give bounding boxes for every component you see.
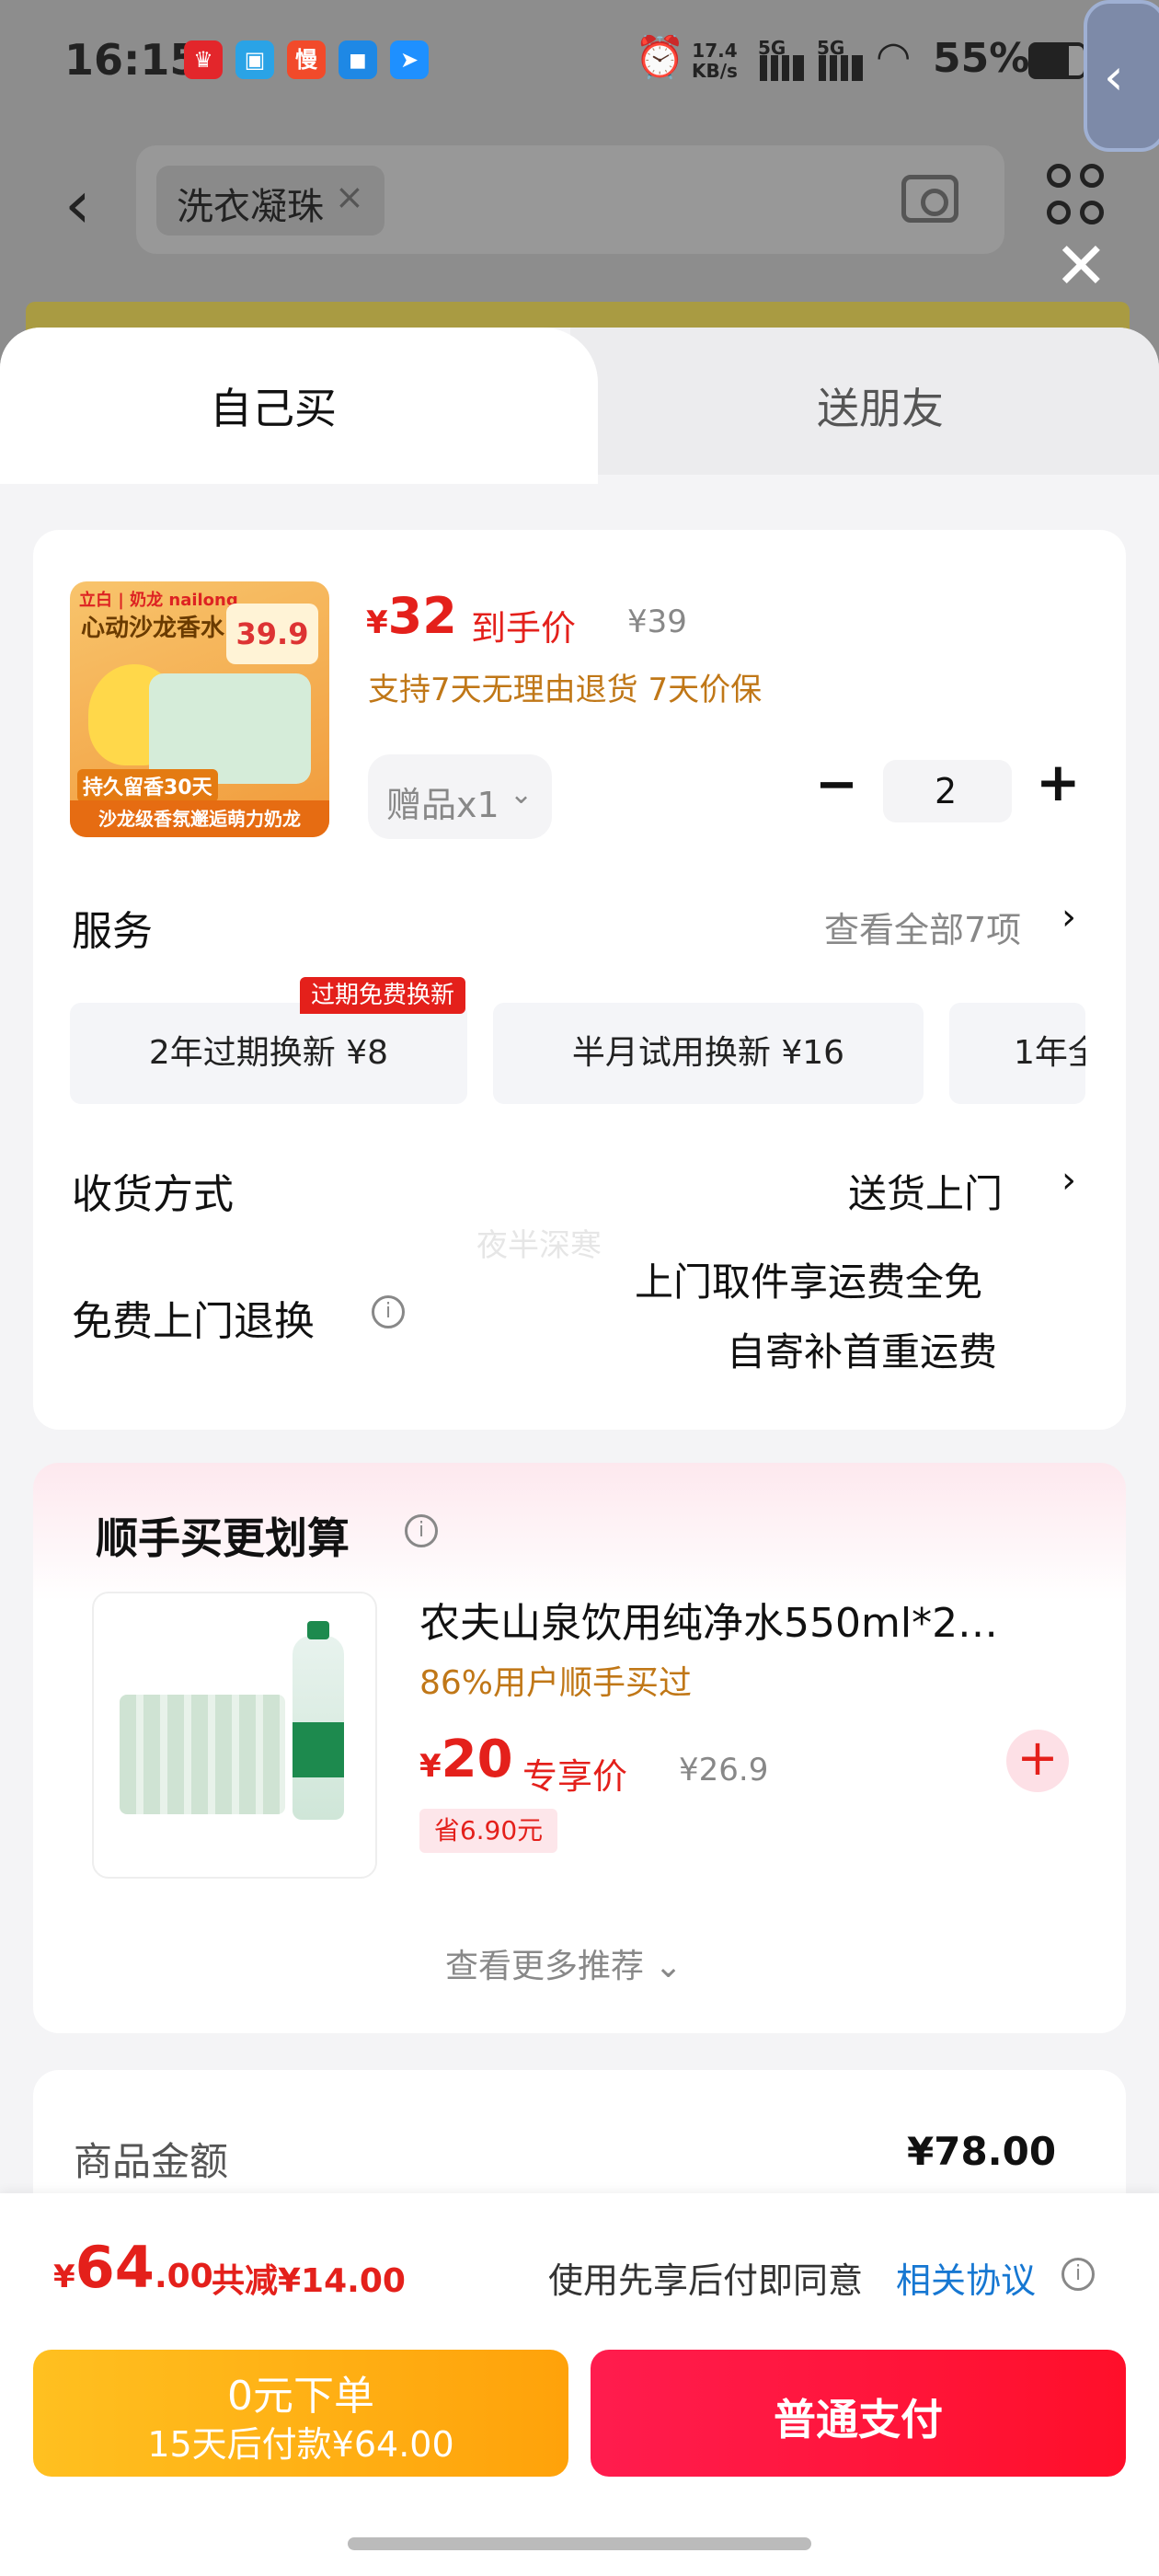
info-icon[interactable]: i — [1061, 2258, 1095, 2291]
grid-menu-icon[interactable] — [1047, 164, 1106, 234]
add-upsell-button[interactable]: + — [1006, 1730, 1069, 1792]
product-image-brand: 立白 | 奶龙 nailong — [79, 591, 238, 610]
amount-label: 商品金额 — [74, 2139, 229, 2184]
bottle-cap — [307, 1621, 329, 1639]
info-icon[interactable]: i — [405, 1514, 438, 1547]
net-speed-value: 17.4 — [692, 40, 738, 62]
upsell-title: 顺手买更划算 — [96, 1513, 350, 1563]
info-icon[interactable]: i — [372, 1295, 405, 1328]
agreement-text: 使用先享后付即同意 — [548, 2260, 864, 2301]
chevron-right-icon[interactable]: › — [1061, 896, 1076, 938]
upsell-price-label: 专享价 — [522, 1756, 628, 1797]
upsell-original-price: ¥26.9 — [679, 1752, 769, 1788]
battery-empty-part — [1069, 46, 1084, 75]
service-badge: 过期免费换新 — [300, 977, 465, 1014]
product-image-days: 持久留香30天 — [77, 769, 218, 802]
net-speed-unit: KB/s — [692, 60, 738, 82]
water-pack-icon — [120, 1695, 285, 1814]
tab-buy-for-self[interactable]: 自己买 — [210, 375, 337, 436]
returns-title: 免费上门退换 — [72, 1298, 315, 1345]
price-label: 到手价 — [471, 608, 577, 649]
normal-pay-label: 普通支付 — [774, 2395, 943, 2444]
quantity-plus-button[interactable]: + — [1036, 751, 1081, 813]
agreement-link[interactable]: 相关协议 — [896, 2252, 1036, 2303]
status-bar: 16:15 ♛ ▣ 慢 ◼ ➤ ⏰ 17.4 KB/s 5G 5G ◠ 55% — [0, 0, 1159, 129]
app-nav-icon: ➤ — [390, 40, 429, 79]
services-view-all[interactable]: 查看全部7项 — [824, 902, 1021, 952]
service-option-3[interactable]: 1年全 — [949, 1003, 1085, 1104]
upsell-product-image[interactable] — [92, 1592, 377, 1879]
delivery-title: 收货方式 — [72, 1171, 234, 1218]
wifi-icon: ◠ — [876, 33, 912, 80]
signal-icon-2 — [819, 55, 863, 81]
floating-side-tab[interactable]: ‹ — [1084, 0, 1159, 152]
price-value: 32 — [387, 587, 457, 645]
product-box-icon — [149, 673, 311, 784]
amount-value: ¥78.00 — [907, 2129, 1057, 2174]
quantity-value: 2 — [935, 771, 958, 811]
watermark-text: 夜半深寒 — [476, 1227, 602, 1264]
total-symbol: ¥ — [53, 2259, 75, 2295]
app-chat-icon: ◼ — [339, 40, 377, 79]
chevron-right-icon[interactable]: › — [1061, 1159, 1076, 1202]
battery-percent: 55% — [933, 35, 1030, 82]
home-indicator[interactable] — [348, 2537, 811, 2550]
price-symbol: ¥ — [366, 604, 388, 641]
camera-icon[interactable] — [901, 175, 958, 223]
app-man-icon: 慢 — [287, 40, 326, 79]
status-time: 16:15 — [64, 35, 200, 85]
upsell-price-value: 20 — [441, 1730, 513, 1789]
upsell-price: ¥20 — [419, 1730, 513, 1789]
product-image[interactable]: 立白 | 奶龙 nailong 心动沙龙香水 39.9 持久留香30天 沙龙级香… — [70, 581, 329, 837]
back-arrow-icon[interactable]: ‹ — [64, 166, 91, 243]
total-reduced: 共减¥14.00 — [212, 2262, 406, 2300]
signal-icon-1 — [760, 55, 804, 81]
final-price: ¥32 — [366, 587, 457, 645]
product-image-headline: 心动沙龙香水 — [81, 615, 225, 642]
app-red-icon: ♛ — [184, 40, 223, 79]
service-option-1[interactable]: 2年过期换新 ¥8 — [70, 1003, 467, 1104]
total-dec: .00 — [154, 2258, 213, 2295]
gift-label: 赠品x1 — [386, 785, 499, 825]
services-title: 服务 — [72, 908, 153, 955]
original-price: ¥39 — [627, 604, 687, 640]
product-image-bottom: 沙龙级香氛邂逅萌力奶龙 — [70, 800, 329, 837]
pay-later-subtitle: 15天后付款¥64.00 — [147, 2424, 454, 2465]
upsell-price-symbol: ¥ — [419, 1748, 442, 1785]
alarm-icon: ⏰ — [635, 34, 685, 81]
upsell-product-name[interactable]: 农夫山泉饮用纯净水550ml*2… — [419, 1590, 1063, 1649]
net-speed: 17.4 KB/s — [692, 40, 738, 81]
normal-pay-button[interactable]: 普通支付 — [591, 2350, 1126, 2477]
total-price: ¥64.00 — [53, 2234, 213, 2301]
product-image-price: 39.9 — [226, 604, 318, 664]
service-option-2[interactable]: 半月试用换新 ¥16 — [493, 1003, 924, 1104]
tab-send-to-friend[interactable]: 送朋友 — [817, 375, 944, 436]
chevron-left-icon: ‹ — [1104, 48, 1124, 106]
support-text: 支持7天无理由退货 7天价保 — [368, 672, 763, 708]
bottle-label — [293, 1722, 344, 1777]
pay-later-title: 0元下单 — [227, 2373, 374, 2420]
chevron-down-icon: ⌄ — [510, 778, 534, 811]
upsell-users: 86%用户顺手买过 — [419, 1664, 693, 1702]
chip-close-icon[interactable]: × — [335, 177, 364, 217]
close-icon[interactable]: ✕ — [1054, 228, 1108, 304]
app-blue-icon: ▣ — [235, 40, 274, 79]
pay-later-button[interactable]: 0元下单 15天后付款¥64.00 — [33, 2350, 568, 2477]
search-chip-text: 洗衣凝珠 — [177, 186, 324, 228]
quantity-minus-button[interactable]: − — [815, 754, 858, 814]
view-more-recommendations[interactable]: 查看更多推荐 ⌄ — [445, 1939, 683, 1987]
total-int: 64 — [75, 2234, 155, 2301]
delivery-value[interactable]: 送货上门 — [848, 1163, 1003, 1219]
upsell-save-badge: 省6.90元 — [419, 1809, 557, 1853]
returns-line-1: 上门取件享运费全免 — [635, 1259, 983, 1305]
returns-line-2: 自寄补首重运费 — [727, 1329, 998, 1374]
